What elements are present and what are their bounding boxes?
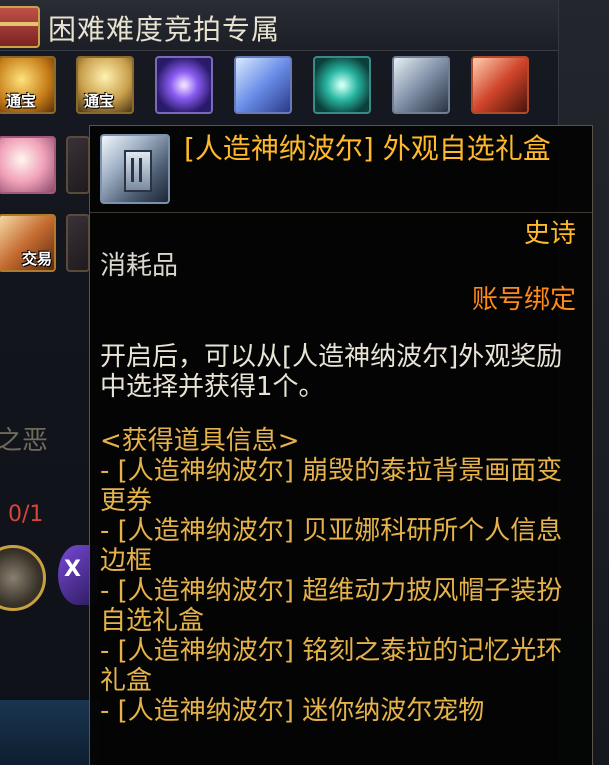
- list-item: - [人造神纳波尔] 铭刻之泰拉的记忆光环礼盒: [100, 636, 563, 696]
- red-box-icon[interactable]: [471, 56, 529, 114]
- purple-orb-icon[interactable]: [155, 56, 213, 114]
- auction-header: 困难难度竞拍专属: [0, 0, 560, 51]
- gift-box-icon: [100, 134, 170, 204]
- item-tooltip: [人造神纳波尔] 外观自选礼盒 史诗 消耗品 账号绑定 开启后，可以从[人造神纳…: [89, 125, 593, 765]
- item-description: 开启后，可以从[人造神纳波尔]外观奖励中选择并获得1个。: [100, 342, 563, 402]
- progress-count: 0/1: [8, 502, 44, 527]
- item-slot[interactable]: 交易: [0, 214, 56, 272]
- list-item: - [人造神纳波尔] 崩毁的泰拉背景画面变更券: [100, 456, 563, 516]
- list-item: - [人造神纳波尔] 迷你纳波尔宠物: [100, 696, 485, 726]
- teal-orb-icon[interactable]: [313, 56, 371, 114]
- item-slot[interactable]: 通宝: [76, 56, 134, 114]
- trade-tag: 交易: [22, 250, 53, 268]
- item-rarity: 史诗: [523, 219, 576, 249]
- trade-tag: 通宝: [84, 92, 115, 110]
- tooltip-header: [人造神纳波尔] 外观自选礼盒: [90, 126, 592, 213]
- trade-tag: 通宝: [6, 92, 37, 110]
- background-label: 之恶: [0, 426, 49, 456]
- chest-icon: [0, 6, 40, 48]
- contents-header: <获得道具信息>: [100, 426, 300, 456]
- item-slot-partial[interactable]: [66, 214, 90, 272]
- item-binding: 账号绑定: [471, 285, 576, 315]
- item-slot-partial[interactable]: [66, 136, 90, 194]
- list-item: - [人造神纳波尔] 贝亚娜科研所个人信息边框: [100, 516, 563, 576]
- book-icon[interactable]: [392, 56, 450, 114]
- bottom-bar: [0, 700, 100, 765]
- item-category: 消耗品: [100, 251, 179, 281]
- crystal-icon[interactable]: [234, 56, 292, 114]
- item-slot[interactable]: 通宝: [0, 56, 56, 114]
- list-item: - [人造神纳波尔] 超维动力披风帽子装扮自选礼盒: [100, 576, 563, 636]
- item-title: [人造神纳波尔] 外观自选礼盒: [184, 132, 551, 165]
- item-slot[interactable]: [0, 136, 56, 194]
- contents-list: <获得道具信息> - [人造神纳波尔] 崩毁的泰拉背景画面变更券 - [人造神纳…: [100, 426, 580, 726]
- header-title: 困难难度竞拍专属: [48, 13, 281, 46]
